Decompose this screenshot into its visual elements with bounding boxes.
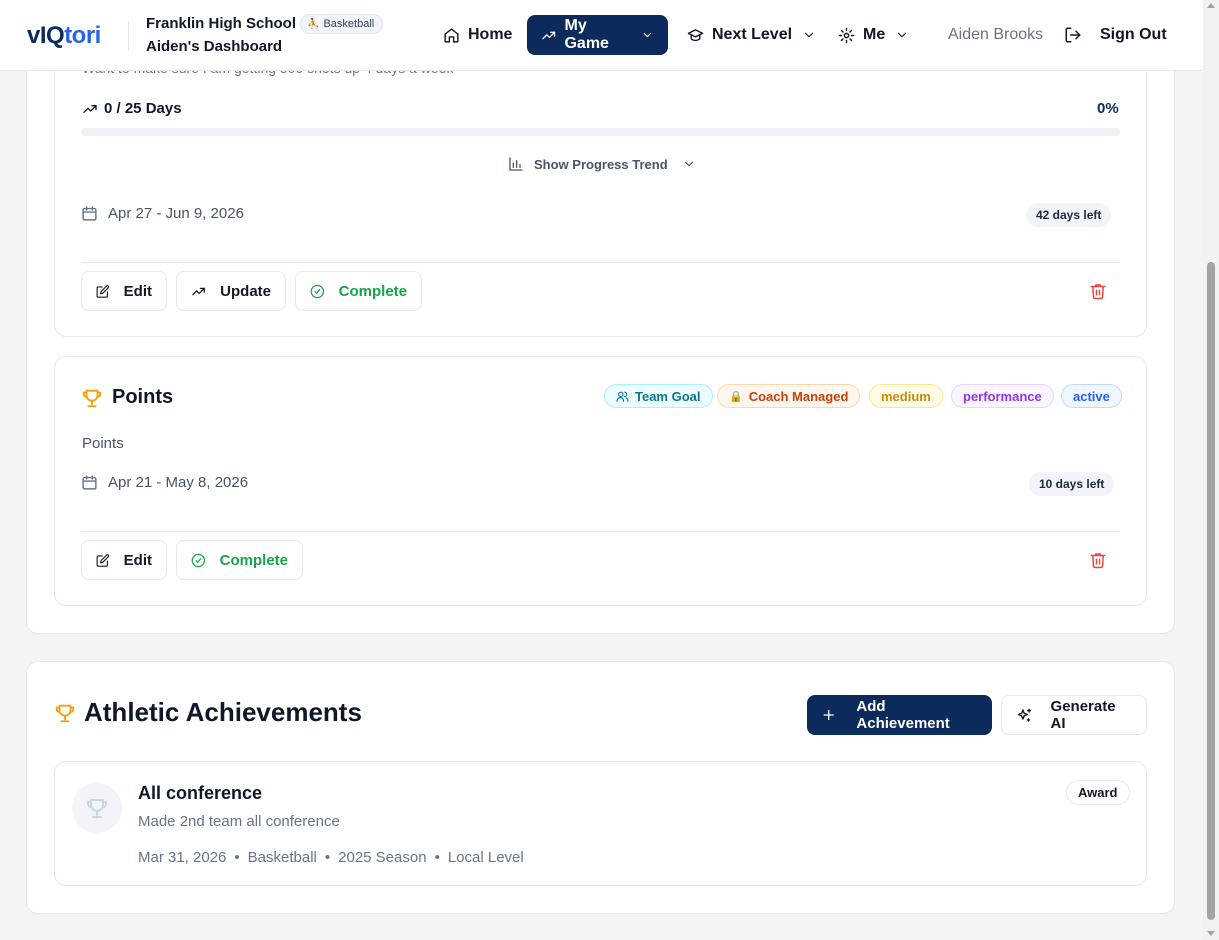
edit-icon [96,553,110,567]
logo-divider [128,22,129,50]
nav-home[interactable]: Home [433,15,522,55]
complete-label: Complete [338,282,407,300]
show-progress-trend-label: Show Progress Trend [534,156,668,172]
days-left-badge: 42 days left [1026,203,1112,227]
sign-out-label: Sign Out [1100,26,1167,43]
meta-separator: • [324,849,331,866]
trophy-icon [82,389,102,407]
scroll-up-arrow[interactable] [1207,3,1215,8]
plus-icon [823,709,834,721]
coach-managed-tag: 🔒 Coach Managed [717,384,861,408]
nav-my-game[interactable]: My Game [527,15,668,55]
generate-ai-button[interactable]: Generate AI [1001,695,1147,735]
lock-icon: 🔒 [729,390,743,403]
add-achievement-label: Add Achievement [856,698,950,732]
nav-next-level[interactable]: Next Level [677,15,826,55]
edit-goal-button[interactable]: Edit [81,540,167,580]
bar-chart-icon [509,157,523,171]
edit-label: Edit [123,282,152,300]
update-label: Update [220,282,271,300]
achievement-type-badge: Award [1066,780,1130,805]
sign-out-button[interactable]: Sign Out [1064,15,1167,55]
goal-progress-percent: 0% [1097,100,1119,117]
goal-progress-label: 0 / 25 Days [82,100,182,117]
app-logo[interactable]: vIQtori [27,22,101,50]
goal-date-range: Apr 21 - May 8, 2026 [81,474,248,491]
dashboard-title: Aiden's Dashboard [146,38,283,55]
trending-up-icon [83,104,97,113]
graduation-cap-icon [687,28,704,41]
achievement-sport: Basketball [247,849,317,866]
school-name: Franklin High School [146,15,297,32]
show-progress-trend-button[interactable]: Show Progress Trend [508,156,696,172]
priority-tag: medium [869,384,943,408]
nav-home-label: Home [468,26,513,43]
trash-icon[interactable] [1089,551,1107,569]
trending-up-icon [192,287,205,295]
home-icon [444,27,459,43]
scroll-thumb[interactable] [1207,262,1215,920]
sport-badge: ⛹ Basketball [300,14,384,34]
basketball-player-icon: ⛹ [307,18,320,30]
chevron-down-icon [804,32,814,38]
trophy-icon [87,799,107,818]
days-left-badge: 10 days left [1029,472,1115,496]
trending-up-icon [542,31,556,39]
page-scrollbar[interactable] [1203,0,1219,940]
achievements-title: Athletic Achievements [54,697,362,728]
achievement-date: Mar 31, 2026 [138,849,227,866]
nav-me-label: Me [863,26,886,43]
goal-progress-bar [81,128,1120,136]
chevron-down-icon [898,32,907,38]
trash-icon[interactable] [1089,282,1107,300]
gear-icon [838,27,855,43]
calendar-icon [82,475,97,490]
add-achievement-button[interactable]: Add Achievement [807,695,992,735]
top-navbar: vIQtori Franklin High School ⛹ Basketbal… [0,0,1203,71]
achievement-name: All conference [138,783,263,803]
nav-me[interactable]: Me [828,15,919,55]
category-tag: performance [951,384,1054,408]
achievement-meta: Mar 31, 2026 • Basketball • 2025 Season … [138,849,524,866]
divider [81,531,1120,532]
trophy-icon [55,704,75,722]
edit-label: Edit [123,551,152,569]
divider [81,262,1120,263]
sign-out-icon [1065,27,1081,43]
calendar-icon [82,206,97,221]
goal-date-range: Apr 27 - Jun 9, 2026 [81,205,244,222]
generate-ai-label: Generate AI [1050,698,1116,732]
complete-label: Complete [219,551,288,569]
edit-goal-button[interactable]: Edit [81,271,167,311]
update-goal-button[interactable]: Update [176,271,286,311]
users-icon [616,391,629,402]
status-tag: active [1061,384,1122,408]
nav-next-level-label: Next Level [712,26,793,43]
edit-icon [96,284,110,298]
chevron-down-icon [684,161,693,167]
check-circle-icon [310,284,325,298]
achievement-season: 2025 Season [338,849,427,866]
complete-goal-button[interactable]: Complete [176,540,303,580]
username-label: Aiden Brooks [948,26,1044,43]
nav-my-game-label: My Game [564,17,609,52]
meta-separator: • [434,849,440,866]
achievement-description: Made 2nd team all conference [138,813,340,830]
meta-separator: • [234,849,240,866]
sparkles-icon [1017,708,1032,722]
team-goal-tag: Team Goal [604,384,713,408]
achievement-level: Local Level [447,849,524,866]
check-circle-icon [191,553,206,567]
goal-description: Points [82,435,124,452]
scroll-down-arrow[interactable] [1207,931,1215,936]
goal-title: Points [81,386,173,409]
chevron-down-icon [643,32,652,38]
complete-goal-button[interactable]: Complete [295,271,422,311]
achievement-avatar [72,783,122,833]
